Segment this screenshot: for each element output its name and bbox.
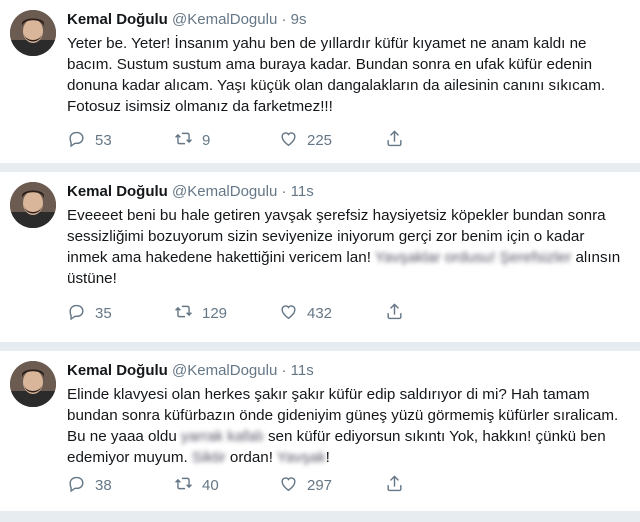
- separator-dot: ·: [281, 11, 287, 28]
- display-name[interactable]: Kemal Doğulu: [67, 11, 168, 28]
- username[interactable]: @KemalDogulu: [172, 11, 277, 28]
- tweet-header: Kemal Doğulu @KemalDogulu · 11s: [67, 182, 626, 202]
- retweet-count: 9: [202, 132, 211, 149]
- like-button[interactable]: 297: [279, 474, 332, 497]
- separator-dot: ·: [281, 362, 287, 379]
- reply-button[interactable]: 53: [67, 129, 112, 152]
- display-name[interactable]: Kemal Doğulu: [67, 183, 168, 200]
- tweet-text: Yeter be. Yeter! İnsanım yahu ben de yıl…: [67, 33, 626, 117]
- retweet-button[interactable]: 129: [174, 302, 227, 325]
- blurred-text: Yavşak: [276, 449, 326, 466]
- blurred-text: yarrak kafalı: [181, 428, 264, 445]
- reply-count: 53: [95, 132, 112, 149]
- like-count: 297: [307, 477, 333, 494]
- retweet-count: 129: [202, 305, 228, 322]
- like-button[interactable]: 432: [279, 302, 332, 325]
- heart-icon: [279, 129, 307, 152]
- share-button[interactable]: [385, 474, 413, 497]
- avatar[interactable]: [10, 182, 56, 228]
- reply-button[interactable]: 35: [67, 302, 112, 325]
- tweet-header: Kemal Doğulu @KemalDogulu · 9s: [67, 10, 626, 30]
- retweet-icon: [174, 129, 202, 152]
- retweet-button[interactable]: 9: [174, 129, 210, 152]
- tweet[interactable]: Kemal Doğulu @KemalDogulu · 11s Eveeeet b…: [0, 172, 640, 342]
- tweet[interactable]: Kemal Doğulu @KemalDogulu · 11s Elinde kl…: [0, 351, 640, 511]
- tweet-actions: 38 40 297: [67, 474, 467, 498]
- username[interactable]: @KemalDogulu: [172, 183, 277, 200]
- timestamp[interactable]: 11s: [291, 183, 314, 200]
- tweet[interactable]: Kemal Doğulu @KemalDogulu · 9s Yeter be. …: [0, 0, 640, 163]
- reply-count: 35: [95, 305, 112, 322]
- tweet-text: Elinde klavyesi olan herkes şakır şakır …: [67, 384, 626, 468]
- blurred-text: Yavşaklar ordusu! Şerefsizler: [370, 249, 576, 266]
- share-icon: [385, 129, 413, 152]
- separator-dot: ·: [281, 183, 287, 200]
- like-count: 432: [307, 305, 333, 322]
- avatar[interactable]: [10, 10, 56, 56]
- tweet-text-part: Yeter be. Yeter! İnsanım yahu ben de yıl…: [67, 35, 606, 115]
- reply-count: 38: [95, 477, 112, 494]
- heart-icon: [279, 302, 307, 325]
- heart-icon: [279, 474, 307, 497]
- like-count: 225: [307, 132, 333, 149]
- share-button[interactable]: [385, 129, 413, 152]
- share-icon: [385, 302, 413, 325]
- tweet-text: Eveeeet beni bu hale getiren yavşak şere…: [67, 205, 626, 289]
- timeline: Kemal Doğulu @KemalDogulu · 9s Yeter be. …: [0, 0, 640, 522]
- avatar[interactable]: [10, 361, 56, 407]
- tweet-text-part: ordan!: [225, 449, 277, 466]
- retweet-icon: [174, 474, 202, 497]
- retweet-icon: [174, 302, 202, 325]
- display-name[interactable]: Kemal Doğulu: [67, 362, 168, 379]
- reply-icon: [67, 302, 95, 325]
- blurred-text: Siktir: [191, 449, 226, 466]
- tweet-actions: 35 129 432: [67, 302, 467, 326]
- timestamp[interactable]: 9s: [291, 11, 307, 28]
- like-button[interactable]: 225: [279, 129, 332, 152]
- share-icon: [385, 474, 413, 497]
- tweet-text-part: !: [325, 449, 330, 466]
- reply-icon: [67, 129, 95, 152]
- timestamp[interactable]: 11s: [291, 362, 314, 379]
- retweet-count: 40: [202, 477, 219, 494]
- reply-icon: [67, 474, 95, 497]
- username[interactable]: @KemalDogulu: [172, 362, 277, 379]
- share-button[interactable]: [385, 302, 413, 325]
- tweet-actions: 53 9 225: [67, 129, 467, 153]
- tweet-header: Kemal Doğulu @KemalDogulu · 11s: [67, 361, 626, 381]
- retweet-button[interactable]: 40: [174, 474, 219, 497]
- reply-button[interactable]: 38: [67, 474, 112, 497]
